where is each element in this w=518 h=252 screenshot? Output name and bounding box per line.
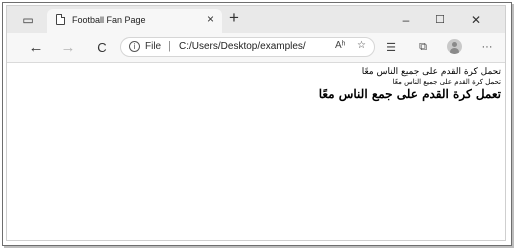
text-line-1: تحمل كرة القدم على جميع الناس معًا (361, 67, 501, 77)
tab-actions-icon[interactable]: ▭ (13, 6, 43, 33)
read-aloud-icon[interactable]: Aʰ (335, 40, 346, 51)
new-tab-icon[interactable]: + (229, 8, 239, 28)
info-icon[interactable]: i (129, 41, 140, 52)
page-content: تحمل كرة القدم على جميع الناس معًا تحمل … (7, 63, 505, 240)
favorites-icon[interactable]: ☰ (381, 37, 401, 57)
scheme-label: File (145, 41, 162, 52)
close-window-icon[interactable]: ✕ (461, 6, 491, 33)
tab-close-icon[interactable]: × (207, 12, 214, 26)
tab-strip: ▭ Football Fan Page × + – ☐ ✕ (7, 6, 505, 33)
navigation-bar: ← → C i File | C:/Users/Desktop/examples… (7, 33, 505, 63)
collections-icon[interactable]: ⧉ (413, 37, 433, 57)
back-icon[interactable]: ← (25, 36, 47, 58)
maximize-icon[interactable]: ☐ (425, 6, 455, 33)
reload-icon[interactable]: C (91, 36, 113, 58)
forward-icon[interactable]: → (57, 36, 79, 58)
more-menu-icon[interactable]: ··· (477, 37, 497, 57)
url-text[interactable]: C:/Users/Desktop/examples/ (179, 41, 339, 52)
add-favorite-icon[interactable]: ☆ (357, 40, 366, 51)
separator: | (168, 40, 171, 52)
address-bar[interactable]: i File | C:/Users/Desktop/examples/ Aʰ ☆ (120, 37, 375, 57)
tab-football-fan-page[interactable]: Football Fan Page × (47, 9, 222, 33)
page-icon (56, 14, 65, 25)
tab-title: Football Fan Page (72, 15, 146, 25)
text-line-3: تعمل كرة القدم على جمع الناس معًا (318, 87, 501, 101)
minimize-icon[interactable]: – (391, 6, 421, 33)
text-line-2: تحمل كرة القدم على جميع الناس معًا (392, 78, 501, 86)
profile-avatar-icon[interactable] (447, 39, 462, 54)
browser-window: ▭ Football Fan Page × + – ☐ ✕ ← → C i Fi… (6, 5, 506, 241)
